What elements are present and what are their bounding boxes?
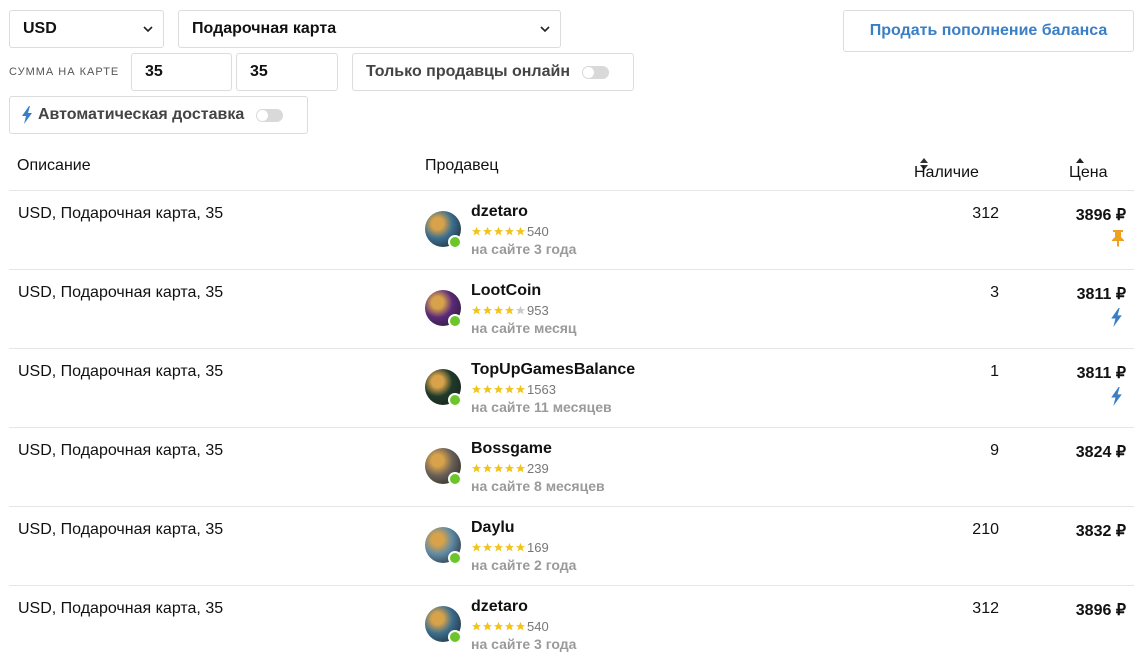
- table-header: Описание Продавец Наличие Цена: [9, 150, 1134, 191]
- online-indicator: [448, 630, 462, 644]
- online-indicator: [448, 551, 462, 565]
- seller-name[interactable]: TopUpGamesBalance: [471, 361, 635, 379]
- product-select[interactable]: Подарочная карта: [178, 10, 561, 48]
- sort-asc-icon: [1076, 158, 1084, 163]
- product-select-value: Подарочная карта: [192, 20, 337, 37]
- online-indicator: [448, 235, 462, 249]
- lightning-icon: [21, 106, 33, 124]
- seller-rating: 953: [471, 303, 549, 318]
- table-row[interactable]: USD, Подарочная карта, 35 dzetaro 540 на са…: [9, 191, 1134, 270]
- seller-rating: 1563: [471, 382, 556, 397]
- row-price: 3896 ₽: [1075, 602, 1126, 619]
- rating-stars-icon: [471, 226, 526, 237]
- seller-name[interactable]: dzetaro: [471, 598, 528, 616]
- seller-name[interactable]: dzetaro: [471, 203, 528, 221]
- review-count: 953: [527, 303, 549, 318]
- online-indicator: [448, 472, 462, 486]
- row-stock: 312: [972, 205, 999, 222]
- sum-from-input[interactable]: 35: [131, 53, 232, 91]
- seller-name[interactable]: Daylu: [471, 519, 515, 537]
- rating-stars-icon: [471, 542, 526, 553]
- seller-since: на сайте 3 года: [471, 241, 577, 257]
- header-stock[interactable]: Наличие: [914, 157, 979, 181]
- review-count: 169: [527, 540, 549, 555]
- seller-name[interactable]: LootCoin: [471, 282, 541, 300]
- rating-stars-icon: [471, 621, 526, 632]
- seller-since: на сайте 11 месяцев: [471, 399, 612, 415]
- seller-rating: 540: [471, 224, 549, 239]
- table-row[interactable]: USD, Подарочная карта, 35 TopUpGamesBalan…: [9, 349, 1134, 428]
- row-description: USD, Подарочная карта, 35: [18, 600, 224, 617]
- online-indicator: [448, 314, 462, 328]
- row-description: USD, Подарочная карта, 35: [18, 205, 224, 222]
- header-seller: Продавец: [425, 157, 499, 174]
- seller-since: на сайте 8 месяцев: [471, 478, 605, 494]
- seller-name[interactable]: Bossgame: [471, 440, 552, 458]
- sell-balance-button[interactable]: Продать пополнение баланса: [843, 10, 1134, 52]
- row-price: 3832 ₽: [1075, 523, 1126, 540]
- sum-label: СУММА НА КАРТЕ: [9, 66, 120, 78]
- header-price[interactable]: Цена: [1069, 157, 1107, 181]
- header-stock-label: Наличие: [914, 164, 979, 181]
- row-stock: 210: [972, 521, 999, 538]
- currency-select[interactable]: USD: [9, 10, 164, 48]
- row-stock: 312: [972, 600, 999, 617]
- table-row[interactable]: USD, Подарочная карта, 35 dzetaro 540 на са…: [9, 586, 1134, 659]
- row-description: USD, Подарочная карта, 35: [18, 521, 224, 538]
- pin-icon: [1110, 229, 1126, 247]
- auto-delivery-toggle[interactable]: Автоматическая доставка: [9, 96, 308, 134]
- header-price-label: Цена: [1069, 164, 1108, 181]
- auto-delivery-label: Автоматическая доставка: [38, 106, 245, 123]
- online-only-toggle[interactable]: Только продавцы онлайн: [352, 53, 634, 91]
- auto-delivery-switch[interactable]: [256, 108, 284, 122]
- review-count: 540: [527, 619, 549, 634]
- row-price: 3824 ₽: [1075, 444, 1126, 461]
- seller-rating: 239: [471, 461, 549, 476]
- rating-stars-icon: [471, 463, 526, 474]
- rating-stars-icon: [471, 384, 526, 395]
- online-only-switch[interactable]: [582, 65, 609, 79]
- rating-stars-icon: [471, 305, 526, 316]
- seller-since: на сайте 3 года: [471, 636, 577, 652]
- row-description: USD, Подарочная карта, 35: [18, 284, 224, 301]
- row-price: 3896 ₽: [1075, 207, 1126, 224]
- header-description: Описание: [17, 157, 91, 174]
- seller-rating: 169: [471, 540, 549, 555]
- chevron-down-icon: [540, 24, 550, 34]
- row-description: USD, Подарочная карта, 35: [18, 442, 224, 459]
- row-price: 3811 ₽: [1076, 286, 1126, 303]
- chevron-down-icon: [143, 24, 153, 34]
- row-description: USD, Подарочная карта, 35: [18, 363, 224, 380]
- row-stock: 1: [990, 363, 999, 380]
- table-row[interactable]: USD, Подарочная карта, 35 Bossgame 239 на с…: [9, 428, 1134, 507]
- table-row[interactable]: USD, Подарочная карта, 35 Daylu 169 на сайт…: [9, 507, 1134, 586]
- lightning-icon: [1110, 387, 1126, 406]
- review-count: 239: [527, 461, 549, 476]
- row-price: 3811 ₽: [1076, 365, 1126, 382]
- seller-since: на сайте 2 года: [471, 557, 577, 573]
- seller-since: на сайте месяц: [471, 320, 577, 336]
- seller-rating: 540: [471, 619, 549, 634]
- review-count: 540: [527, 224, 549, 239]
- row-stock: 9: [990, 442, 999, 459]
- table-row[interactable]: USD, Подарочная карта, 35 LootCoin 953 на с…: [9, 270, 1134, 349]
- review-count: 1563: [527, 382, 556, 397]
- online-indicator: [448, 393, 462, 407]
- online-only-label: Только продавцы онлайн: [366, 63, 570, 80]
- currency-select-value: USD: [23, 20, 57, 37]
- row-stock: 3: [990, 284, 999, 301]
- lightning-icon: [1110, 308, 1126, 327]
- sum-to-input[interactable]: 35: [236, 53, 338, 91]
